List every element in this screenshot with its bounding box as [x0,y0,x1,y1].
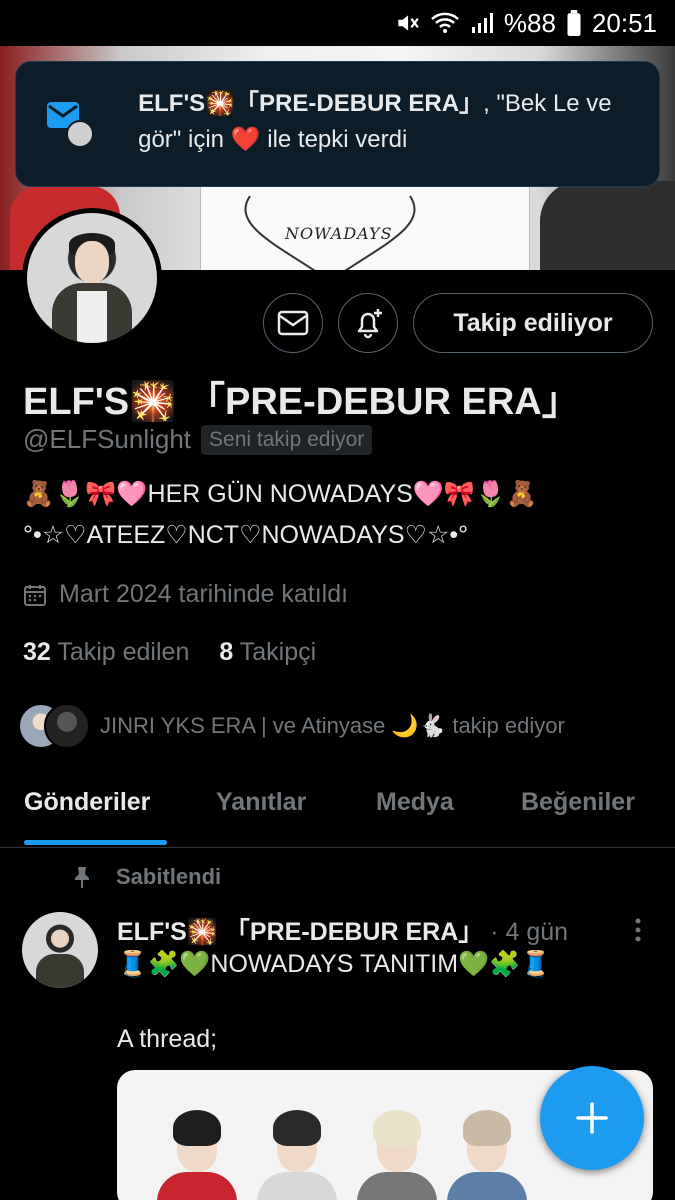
plus-icon [576,1102,608,1134]
banner-board-text: NOWADAYS [285,224,393,243]
envelope-icon [277,310,309,336]
mutual-avatars [18,703,90,749]
notification-toast[interactable]: ELF'S🎇「PRE-DEBUR ERA」, "Bek Le ve gör" i… [15,61,660,187]
media-person [357,1110,437,1200]
profile-handle: @ELFSunlight [23,424,192,454]
active-tab-indicator [24,840,167,845]
battery-icon [566,10,582,36]
followers-count-link[interactable]: 8 Takipçi [219,638,316,667]
calendar-icon [24,584,46,606]
followers-count: 8 [219,638,234,666]
post-text-line: 🧵🧩💚NOWADAYS TANITIM💚🧩🧵 [117,950,552,978]
mutual-followers-text: JINRI YKS ERA | ve Atinyase 🌙🐇 takip edi… [100,713,565,738]
joined-date: Mart 2024 tarihinde katıldı [23,580,348,609]
avatar [44,703,90,749]
notifications-button[interactable] [338,293,398,353]
tab-likes[interactable]: Beğeniler [521,788,635,817]
followers-label: Takipçi [239,638,317,666]
message-button[interactable] [263,293,323,353]
mute-icon [394,10,420,36]
media-person [447,1110,527,1200]
profile-tabs: Gönderiler Yanıtlar Medya Beğeniler [0,770,675,848]
profile-bio-line: 🧸🌷🎀🩷HER GÜN NOWADAYS🩷🎀🌷🧸 [23,480,538,508]
profile-avatar[interactable] [22,208,162,348]
compose-button[interactable] [540,1066,644,1170]
tab-media[interactable]: Medya [376,788,454,817]
post-text-line: A thread; [117,1025,218,1053]
post-author-name[interactable]: ELF'S🎇 「PRE-DEBUR ERA」 [117,918,483,946]
joined-text: Mart 2024 tarihinde katıldı [59,580,349,608]
following-label: Takip edilen [57,638,190,666]
heart-reaction-icon: ❤️ [230,126,261,153]
tab-replies[interactable]: Yanıtlar [216,788,306,817]
signal-icon [470,11,494,35]
pinned-label: Sabitlendi [116,864,222,889]
profile-display-name: ELF'S🎇 「PRE-DEBUR ERA」 [23,381,580,423]
wifi-icon [430,10,460,36]
media-person [257,1110,337,1200]
bell-plus-icon [357,309,382,339]
pin-icon [75,867,89,888]
following-count-link[interactable]: 32 Takip edilen [23,638,189,667]
tab-posts[interactable]: Gönderiler [24,788,150,817]
profile-bio-line: °•☆♡ATEEZ♡NCT♡NOWADAYS♡☆•° [23,521,469,549]
notification-text: ELF'S🎇「PRE-DEBUR ERA」, "Bek Le ve gör" i… [138,86,639,186]
notification-message-end: ile tepki verdi [260,126,408,153]
clock: 20:51 [591,7,657,38]
following-button[interactable]: Takip ediliyor [413,293,653,353]
pinned-indicator: Sabitlendi [70,864,221,890]
status-bar: %88 20:51 [0,0,675,46]
notification-icon [46,98,94,158]
mutual-followers[interactable]: JINRI YKS ERA | ve Atinyase 🌙🐇 takip edi… [18,703,565,749]
more-options-icon[interactable] [628,915,648,945]
follows-you-badge: Seni takip ediyor [201,424,373,455]
follow-counts: 32 Takip edilen 8 Takipçi [23,638,316,667]
media-person [157,1110,237,1200]
post-author-avatar[interactable] [22,912,98,988]
notification-avatar [66,120,94,148]
following-count: 32 [23,638,51,666]
handle-row: @ELFSunlight Seni takip ediyor [23,424,373,455]
post-header: ELF'S🎇 「PRE-DEBUR ERA」 · 4 gün [117,912,568,948]
battery-percentage: %88 [503,7,556,38]
notification-user: ELF'S🎇「PRE-DEBUR ERA」 [138,90,484,117]
post-time: · 4 gün [483,918,569,946]
banner-person [540,181,675,270]
